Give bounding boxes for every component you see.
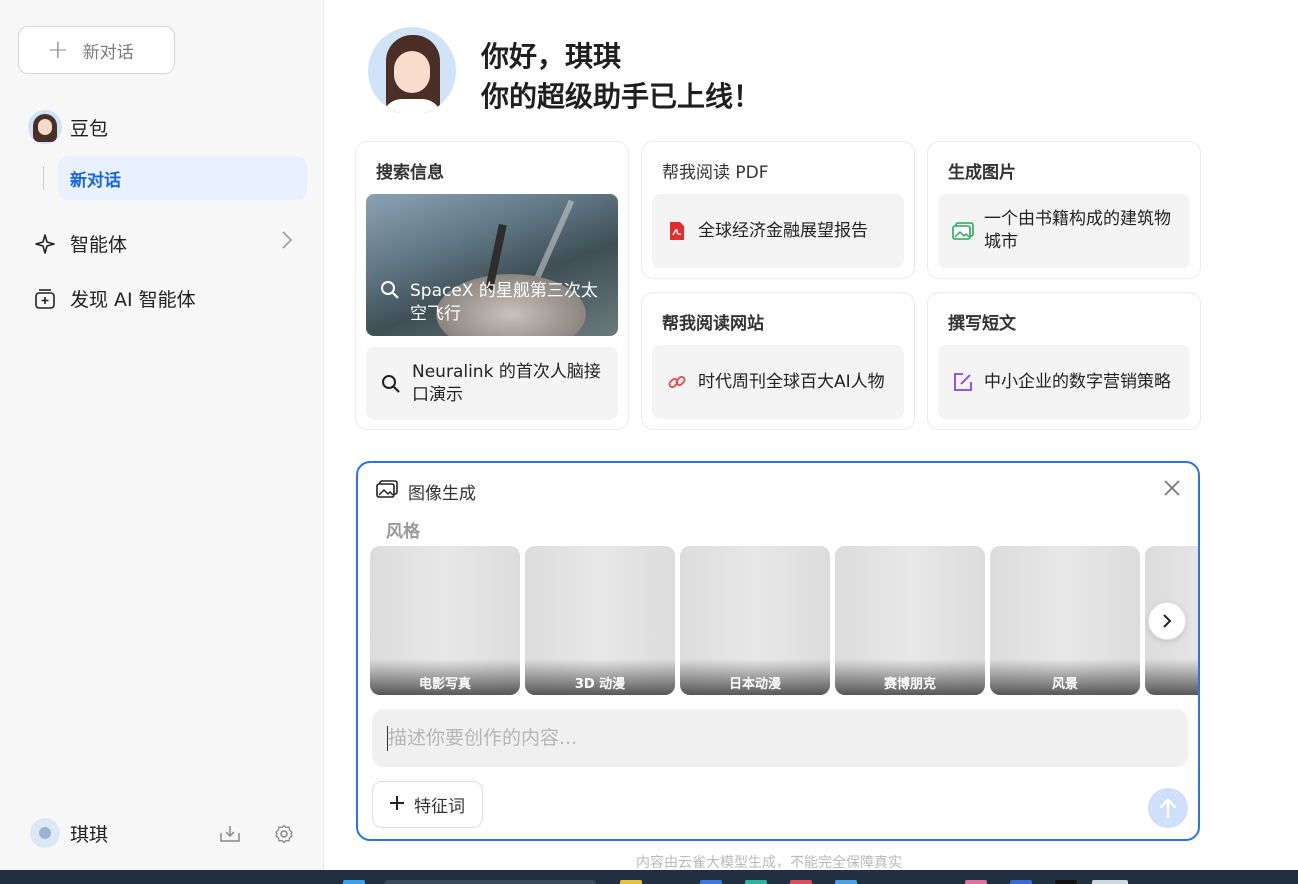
arrow-up-icon <box>1159 798 1177 818</box>
card-generate-image-title: 生成图片 <box>948 163 1016 183</box>
taskbar-app-icon[interactable] <box>700 880 722 884</box>
discover-label: 发现 AI 智能体 <box>70 289 196 311</box>
taskbar-app-icon[interactable] <box>1010 880 1032 884</box>
card-read-website: 帮我阅读网站 时代周刊全球百大AI人物 <box>641 292 915 430</box>
search-icon <box>380 280 400 326</box>
sidebar-item-discover[interactable]: 发现 AI 智能体 <box>34 285 196 312</box>
sparkle-icon <box>34 233 56 255</box>
style-tile-3d-anime[interactable]: 3D 动漫 <box>525 546 675 695</box>
style-tile-label: 日本动漫 <box>680 659 830 695</box>
edit-icon <box>952 372 974 392</box>
style-tile-label <box>1145 659 1198 695</box>
suggestion-pdf[interactable]: 全球经济金融展望报告 <box>652 194 904 268</box>
card-read-website-title: 帮我阅读网站 <box>662 314 764 334</box>
agents-label: 智能体 <box>70 234 128 256</box>
new-chat-button[interactable]: + 新对话 <box>18 26 175 74</box>
feature-words-button[interactable]: 特征词 <box>372 781 483 828</box>
style-tile-label: 风景 <box>990 659 1140 695</box>
taskbar-app-icon-active[interactable] <box>1092 880 1128 884</box>
close-icon[interactable] <box>1164 477 1180 502</box>
taskbar-app-icon[interactable] <box>965 880 987 884</box>
taskbar-app-icon[interactable] <box>620 880 642 884</box>
feature-words-label: 特征词 <box>414 797 465 817</box>
greeting-title: 你好，琪琪 <box>481 40 622 73</box>
pdf-icon <box>666 221 688 241</box>
add-box-icon <box>34 288 56 310</box>
card-search: 搜索信息 SpaceX 的星舰第三次太空飞行 Neuralink 的首次人脑接口… <box>355 141 629 430</box>
suggestion-website[interactable]: 时代周刊全球百大AI人物 <box>652 345 904 419</box>
sidebar-item-agents[interactable]: 智能体 <box>34 230 127 257</box>
suggestion-spacex-text: SpaceX 的星舰第三次太空飞行 <box>410 281 598 324</box>
card-search-title: 搜索信息 <box>376 163 444 183</box>
style-tile-japanese-anime[interactable]: 日本动漫 <box>680 546 830 695</box>
prompt-input[interactable] <box>372 709 1188 767</box>
download-icon[interactable] <box>218 822 242 846</box>
image-generation-title: 图像生成 <box>408 484 476 504</box>
taskbar-search-box[interactable] <box>384 880 596 884</box>
settings-gear-icon[interactable] <box>272 822 296 846</box>
bot-avatar <box>28 110 62 144</box>
suggestion-image-text: 一个由书籍构成的建筑物城市 <box>984 209 1171 252</box>
suggestion-pdf-text: 全球经济金融展望报告 <box>698 220 868 241</box>
style-carousel: 电影写真 3D 动漫 日本动漫 赛博朋克 风景 <box>370 546 1198 696</box>
image-generation-header: 图像生成 <box>376 479 476 504</box>
suggestion-spacex[interactable]: SpaceX 的星舰第三次太空飞行 <box>366 194 618 336</box>
bot-name: 豆包 <box>70 117 109 140</box>
style-tile-label: 电影写真 <box>370 659 520 695</box>
bot-item-doubao[interactable]: 豆包 <box>28 110 108 144</box>
image-icon <box>952 222 974 240</box>
chevron-right-icon <box>1163 614 1172 628</box>
user-name: 琪琪 <box>70 823 109 846</box>
suggestion-neuralink-text: Neuralink 的首次人脑接口演示 <box>412 361 601 405</box>
style-tile-label: 3D 动漫 <box>525 659 675 695</box>
link-icon <box>666 372 688 392</box>
user-avatar-icon <box>30 818 60 848</box>
card-write-essay-title: 撰写短文 <box>948 314 1016 334</box>
conversation-tree-line <box>43 166 44 190</box>
style-tile-landscape[interactable]: 风景 <box>990 546 1140 695</box>
greeting-subtitle: 你的超级助手已上线！ <box>481 80 762 113</box>
image-generation-panel: 图像生成 风格 电影写真 3D 动漫 日本动漫 赛博朋克 风景 特征词 <box>356 461 1200 841</box>
taskbar-app-icon[interactable] <box>835 880 857 884</box>
style-label: 风格 <box>386 522 420 542</box>
style-tile-label: 赛博朋克 <box>835 659 985 695</box>
style-tile-cyberpunk[interactable]: 赛博朋克 <box>835 546 985 695</box>
card-generate-image: 生成图片 一个由书籍构成的建筑物城市 <box>927 141 1201 279</box>
start-icon[interactable] <box>343 880 365 884</box>
suggestion-write-text: 中小企业的数字营销策略 <box>984 371 1171 392</box>
taskbar-app-icon[interactable] <box>745 880 767 884</box>
disclaimer-text: 内容由云雀大模型生成，不能完全保障真实 <box>636 855 902 871</box>
chevron-right-icon[interactable] <box>281 230 293 255</box>
image-gen-icon <box>376 480 398 503</box>
carousel-next-button[interactable] <box>1148 602 1186 640</box>
search-icon <box>380 374 402 394</box>
suggestion-website-text: 时代周刊全球百大AI人物 <box>698 371 885 392</box>
text-caret <box>387 726 388 751</box>
suggestion-write[interactable]: 中小企业的数字营销策略 <box>938 345 1190 419</box>
plus-icon: + <box>47 35 69 65</box>
sidebar: + 新对话 豆包 新对话 智能体 发现 AI 智能体 琪琪 <box>0 0 324 870</box>
card-read-pdf: 帮我阅读 PDF 全球经济金融展望报告 <box>641 141 915 279</box>
new-chat-label: 新对话 <box>82 42 134 63</box>
plus-icon <box>390 795 404 815</box>
style-tile-cinematic[interactable]: 电影写真 <box>370 546 520 695</box>
suggestion-image[interactable]: 一个由书籍构成的建筑物城市 <box>938 194 1190 268</box>
taskbar-app-icon[interactable] <box>790 880 812 884</box>
user-profile[interactable]: 琪琪 <box>30 818 108 848</box>
send-button[interactable] <box>1148 788 1188 828</box>
assistant-avatar <box>368 27 456 115</box>
card-read-pdf-title: 帮我阅读 PDF <box>662 163 769 183</box>
card-write-essay: 撰写短文 中小企业的数字营销策略 <box>927 292 1201 430</box>
conversation-item-active[interactable]: 新对话 <box>58 156 307 200</box>
taskbar-app-icon[interactable] <box>1055 880 1077 884</box>
suggestion-neuralink[interactable]: Neuralink 的首次人脑接口演示 <box>366 347 618 420</box>
